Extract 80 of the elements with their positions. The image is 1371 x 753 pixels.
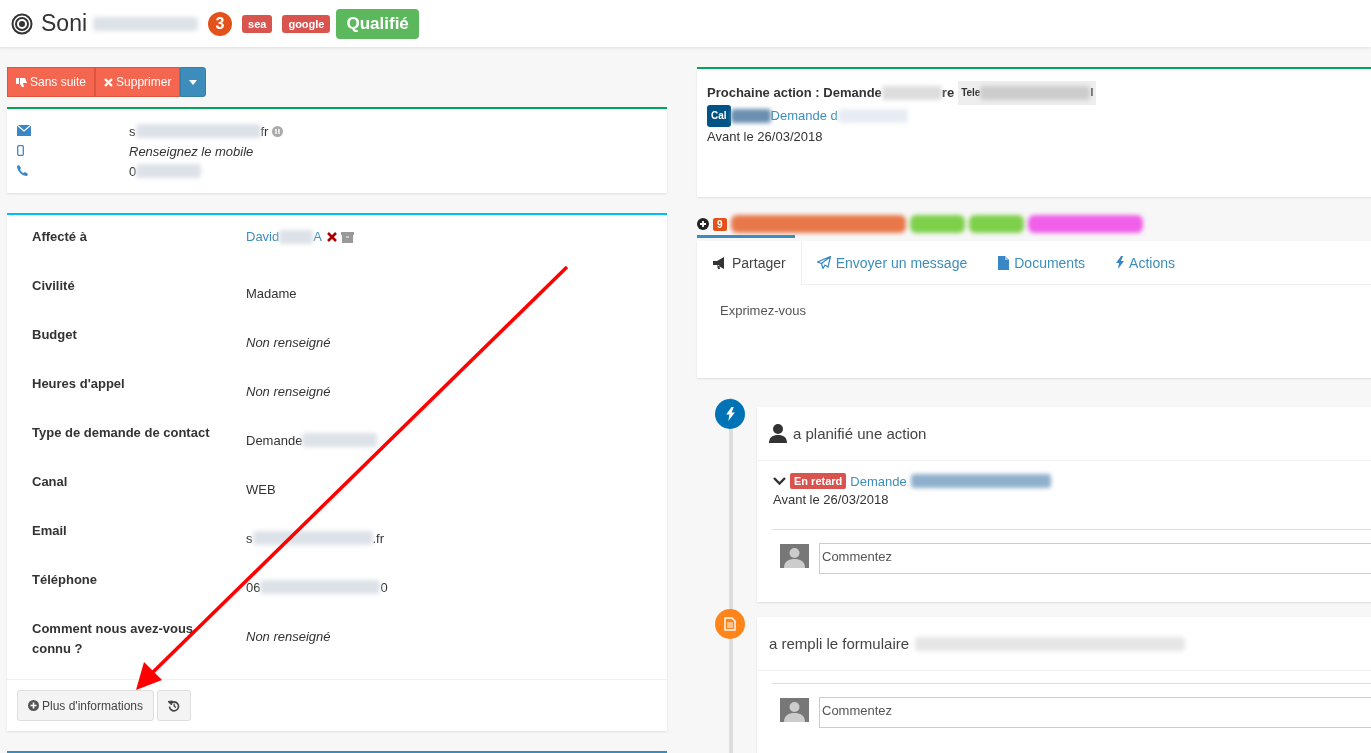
count-badge: 9 xyxy=(713,217,727,231)
tab[interactable]: Partager xyxy=(697,241,802,285)
blurred-text xyxy=(730,109,771,123)
status-badge: En retard xyxy=(790,473,847,489)
document-icon xyxy=(715,609,745,639)
field-value: Madame xyxy=(246,286,297,301)
field-label: Email xyxy=(32,522,68,540)
field-value: s xyxy=(246,531,253,546)
field-value: 0 xyxy=(380,580,388,595)
assignee-link[interactable]: David xyxy=(246,227,280,247)
mobile-icon xyxy=(17,144,24,156)
tab[interactable]: Actions xyxy=(1101,241,1191,284)
field-value: Non renseigné xyxy=(246,335,331,350)
blurred-text xyxy=(881,86,942,100)
pause-icon xyxy=(272,125,284,137)
megaphone-icon xyxy=(712,257,727,269)
category-badge: Cal xyxy=(707,105,731,127)
blurred-text xyxy=(279,230,314,244)
tag: sea xyxy=(242,14,273,33)
caret-icon xyxy=(189,79,198,85)
field-label: Affecté à xyxy=(32,228,88,246)
chevron-down-icon[interactable] xyxy=(773,476,786,486)
target-icon xyxy=(11,12,33,35)
due-date: Avant le 26/03/2018 xyxy=(707,128,824,146)
phone-icon xyxy=(17,164,28,176)
delete-button[interactable]: Supprimer xyxy=(95,67,181,97)
field-value: Non renseigné xyxy=(246,384,331,399)
avatar-icon xyxy=(780,698,809,722)
type-badge: Tele l xyxy=(958,81,1097,105)
plus-circle-icon xyxy=(28,700,39,711)
status-badge: Qualifié xyxy=(336,8,419,39)
field-label: Comment nous avez-vous connu ? xyxy=(32,620,195,658)
thumbs-down-icon xyxy=(16,76,27,88)
tab[interactable]: Documents xyxy=(983,241,1102,284)
event-title: a rempli le formulaire xyxy=(769,635,910,652)
phone-value: 0 xyxy=(129,163,137,179)
field-value: Non renseigné xyxy=(246,629,331,644)
comment-field[interactable]: Commentez xyxy=(819,697,1371,728)
envelope-icon xyxy=(17,124,31,136)
field-value: 06 xyxy=(246,580,261,595)
next-action-title: re xyxy=(941,84,955,102)
mobile-placeholder[interactable]: Renseignez le mobile xyxy=(129,143,254,159)
field-value: WEB xyxy=(246,482,276,497)
dropdown-button[interactable] xyxy=(180,67,207,97)
action-link[interactable]: Demande xyxy=(850,473,907,489)
assignee-link[interactable]: A xyxy=(313,227,322,247)
field-label: Budget xyxy=(32,326,78,344)
event-title: a planifié une action xyxy=(793,425,927,442)
more-info-button[interactable]: Plus d'informations xyxy=(17,690,154,721)
comment-field[interactable]: Commentez xyxy=(819,543,1371,574)
next-action-title: Prochaine action : Demande xyxy=(707,84,882,102)
field-label: Heures d'appel xyxy=(32,375,126,393)
paper-plane-icon xyxy=(816,256,831,269)
blurred-text xyxy=(136,164,202,178)
due-date: Avant le 26/03/2018 xyxy=(773,491,890,509)
close-icon xyxy=(104,77,114,87)
email-value: fr xyxy=(260,123,269,139)
message-field[interactable]: Exprimez-vous xyxy=(697,285,1371,336)
contact-name: Soni xyxy=(41,10,88,37)
avatar-icon xyxy=(780,544,809,568)
history-button[interactable] xyxy=(157,690,191,721)
action-link[interactable]: Demande d xyxy=(770,106,838,126)
lightning-icon xyxy=(1116,256,1125,269)
field-value: .fr xyxy=(372,531,385,546)
close-icon[interactable] xyxy=(326,232,337,242)
lightning-icon xyxy=(715,399,745,429)
field-label: Civilité xyxy=(32,277,76,295)
email-value: s xyxy=(129,123,136,139)
field-label: Type de demande de contact xyxy=(32,424,211,442)
history-icon xyxy=(168,699,180,712)
tab[interactable]: Envoyer un message xyxy=(801,241,984,284)
user-icon xyxy=(769,424,787,443)
tag: google xyxy=(282,14,331,33)
field-label: Téléphone xyxy=(32,571,98,589)
count-badge: 3 xyxy=(208,11,233,36)
field-label: Canal xyxy=(32,473,69,491)
field-value: Demande xyxy=(246,433,303,448)
dismiss-button[interactable]: Sans suite xyxy=(7,67,96,97)
document-icon xyxy=(998,255,1010,270)
plus-circle-icon[interactable] xyxy=(697,218,709,230)
